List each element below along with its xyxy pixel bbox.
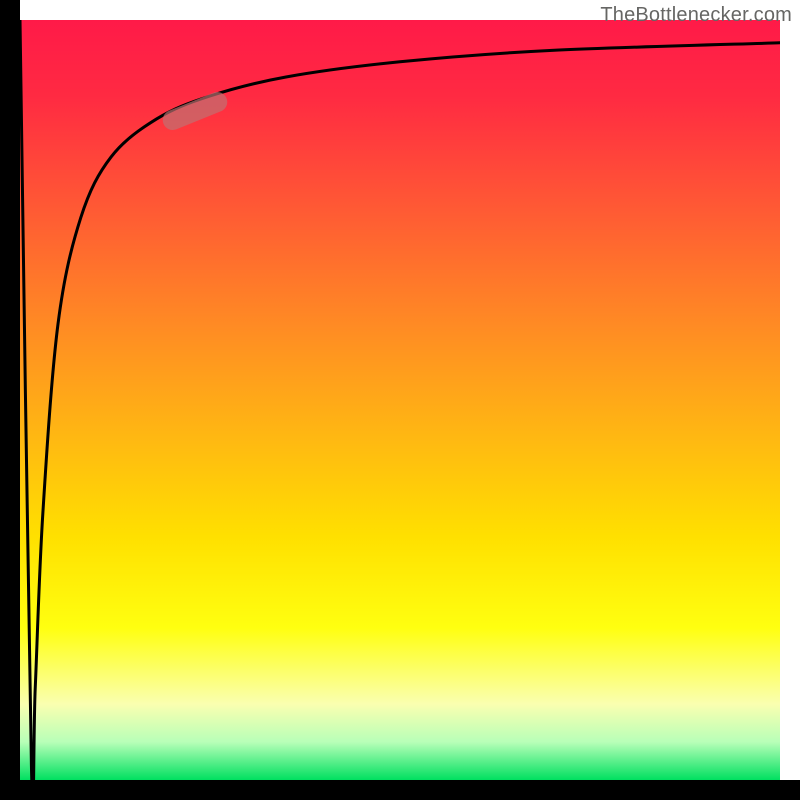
watermark-text: TheBottlenecker.com bbox=[600, 4, 792, 27]
y-axis bbox=[0, 0, 20, 800]
chart-container: TheBottlenecker.com bbox=[0, 0, 800, 800]
plot-gradient-background bbox=[20, 20, 780, 780]
x-axis bbox=[0, 780, 800, 800]
